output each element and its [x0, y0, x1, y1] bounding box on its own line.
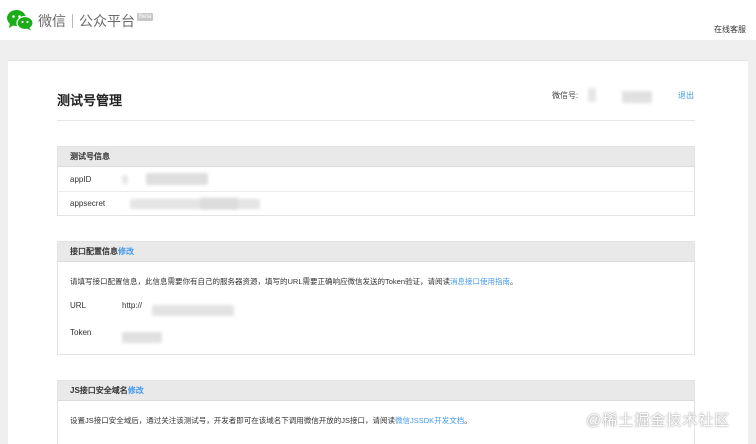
js-domain-heading-text: JS接口安全域名 — [70, 386, 128, 395]
wechat-logo-icon — [7, 10, 34, 31]
appid-value-redacted — [122, 175, 128, 184]
app-name: 微信 — [38, 13, 66, 29]
appsecret-value-redacted-2 — [200, 198, 238, 209]
brand-separator — [72, 14, 73, 28]
message-interface-guide-link[interactable]: 消息接口使用指南 — [450, 277, 510, 286]
appid-value-redacted-2 — [146, 173, 208, 185]
page-title: 测试号管理 — [57, 93, 123, 108]
token-label: Token — [70, 328, 92, 337]
interface-config-heading: 接口配置信息修改 — [58, 242, 694, 262]
interface-config-description-end: 。 — [510, 277, 518, 286]
interface-config-description: 请填写接口配置信息，此信息需要你有自己的服务器资源，填写的URL需要正确响应微信… — [58, 276, 694, 287]
appid-label: appID — [70, 175, 92, 184]
wechat-id-value-redacted — [588, 88, 596, 102]
interface-config-heading-text: 接口配置信息 — [70, 247, 118, 256]
appsecret-label: appsecret — [70, 199, 106, 208]
token-value-redacted — [122, 332, 162, 343]
online-service-link[interactable]: 在线客服 — [714, 24, 746, 35]
brand: 微信 公众平台 Beta — [38, 11, 154, 31]
wechat-id-value-redacted-2 — [622, 91, 652, 103]
js-domain-edit-link[interactable]: 修改 — [128, 386, 144, 395]
beta-badge: Beta — [137, 13, 154, 21]
title-divider — [57, 120, 695, 121]
url-label: URL — [70, 301, 87, 310]
watermark: @稀土掘金技术社区 — [586, 412, 731, 429]
interface-config-edit-link[interactable]: 修改 — [118, 247, 134, 256]
js-domain-description-end: 。 — [464, 416, 472, 425]
url-value: http:// — [122, 301, 143, 310]
js-domain-description-text: 设置JS接口安全域后，通过关注该测试号，开发者即可在该域名下调用微信开放的JS接… — [70, 416, 396, 425]
top-header: 微信 公众平台 Beta 在线客服 — [0, 0, 756, 40]
wechat-id-label: 微信号: — [552, 91, 579, 100]
interface-config-description-text: 请填写接口配置信息，此信息需要你有自己的服务器资源，填写的URL需要正确响应微信… — [70, 277, 451, 286]
logout-link[interactable]: 退出 — [678, 90, 694, 101]
jssdk-doc-link[interactable]: 微信JSSDK开发文档 — [395, 416, 464, 425]
js-domain-heading: JS接口安全域名修改 — [58, 381, 694, 401]
appsecret-value-redacted — [130, 199, 260, 209]
test-account-info-heading-text: 测试号信息 — [70, 152, 110, 161]
url-value-redacted — [152, 305, 234, 316]
platform-name: 公众平台 — [79, 13, 135, 29]
test-account-info-heading: 测试号信息 — [58, 147, 694, 167]
